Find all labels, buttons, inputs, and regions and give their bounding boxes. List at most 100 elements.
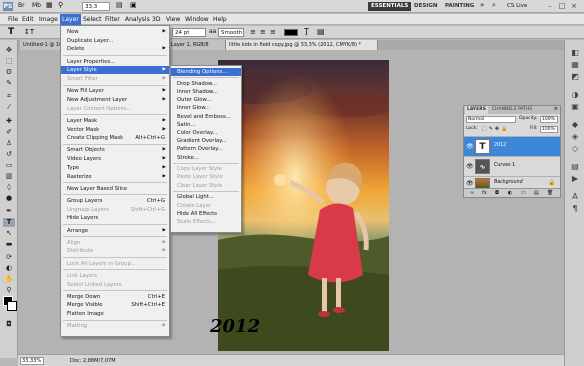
dock-paragraph-icon[interactable]: ¶ [569, 204, 581, 214]
character-panel-icon[interactable]: ▤ [317, 27, 325, 36]
antialias-select[interactable]: Smooth [218, 28, 244, 37]
blur-tool-icon[interactable]: ◊ [3, 183, 15, 192]
visibility-eye-icon[interactable]: 👁 [466, 143, 474, 150]
visibility-eye-icon[interactable]: 👁 [466, 180, 474, 187]
opacity-field[interactable]: 100% [540, 116, 558, 123]
layer-menu-item-type[interactable]: Type ▶ [61, 164, 169, 172]
workspace-painting[interactable]: PAINTING [442, 2, 477, 11]
dock-styles-icon[interactable]: ◩ [569, 72, 581, 82]
dock-character-icon[interactable]: A [569, 192, 581, 202]
layer-menu-item-rasterize[interactable]: Rasterize ▶ [61, 173, 169, 181]
menu-edit[interactable]: Edit [20, 14, 36, 25]
layer-menu-item-new[interactable]: New ▶ [61, 28, 169, 36]
dock-color-icon[interactable]: ◧ [569, 48, 581, 58]
menu-analysis[interactable]: Analysis [123, 14, 152, 25]
dock-actions-icon[interactable]: ▶ [569, 174, 581, 184]
add-style-icon[interactable]: fx [482, 190, 487, 196]
cs-live-button[interactable]: CS Live [507, 2, 527, 11]
layer-menu-item-merge-down[interactable]: Merge Down Ctrl+E [61, 293, 169, 301]
gradient-tool-icon[interactable]: ▥ [3, 172, 15, 181]
layer-style-item-drop-shadow[interactable]: Drop Shadow... [171, 80, 241, 88]
close-icon[interactable]: × [569, 1, 579, 11]
layer-menu-item-new-adjustment-layer[interactable]: New Adjustment Layer ▶ [61, 96, 169, 104]
menu-select[interactable]: Select [81, 14, 104, 25]
layer-menu-item-layer-mask[interactable]: Layer Mask ▶ [61, 117, 169, 125]
orientation-toggle-icon[interactable]: ↕T [24, 28, 34, 36]
trash-icon[interactable]: 🗑 [547, 190, 553, 196]
layer-style-item-bevel-and-emboss[interactable]: Bevel and Emboss... [171, 113, 241, 121]
pen-tool-icon[interactable]: ✒ [3, 207, 15, 216]
history-brush-tool-icon[interactable]: ↺ [3, 150, 15, 159]
new-layer-icon[interactable]: ▤ [534, 190, 539, 196]
blend-mode-select[interactable]: Normal [466, 116, 516, 123]
layer-menu-item-new-fill-layer[interactable]: New Fill Layer ▶ [61, 87, 169, 95]
menu-image[interactable]: Image [37, 14, 60, 25]
menu-3d[interactable]: 3D [150, 14, 162, 25]
add-mask-icon[interactable]: ◘ [495, 190, 499, 196]
clone-stamp-tool-icon[interactable]: ♙ [3, 139, 15, 148]
warp-text-icon[interactable]: Ṯ [304, 27, 309, 36]
layer-menu-item-layer-properties[interactable]: Layer Properties... [61, 58, 169, 66]
hand-tool-icon[interactable]: ✋ [3, 275, 15, 284]
more-workspaces-icon[interactable]: » [480, 1, 484, 9]
layer-style-item-satin[interactable]: Satin... [171, 121, 241, 129]
layer-style-item-gradient-overlay[interactable]: Gradient Overlay... [171, 137, 241, 145]
tab-channels[interactable]: CHANNELS [490, 106, 519, 114]
layer-style-item-stroke[interactable]: Stroke... [171, 154, 241, 162]
shape-tool-icon[interactable]: ▬ [3, 240, 15, 249]
layer-style-item-pattern-overlay[interactable]: Pattern Overlay... [171, 145, 241, 153]
visibility-eye-icon[interactable]: 👁 [466, 163, 474, 170]
bridge-icon[interactable]: Br [18, 2, 25, 9]
tab-layer-1[interactable]: Layer 1, RGB/8 [168, 40, 226, 50]
tab-paths[interactable]: PATHS [516, 106, 534, 114]
zoom-tool-icon[interactable]: ⚲ [3, 286, 15, 295]
align-right-icon[interactable]: ≡ [270, 28, 276, 36]
fill-field[interactable]: 100% [540, 126, 558, 133]
tab-layers[interactable]: LAYERS [465, 106, 488, 114]
document-image[interactable] [218, 60, 389, 351]
menu-help[interactable]: Help [211, 14, 229, 25]
lasso-tool-icon[interactable]: ʘ [3, 68, 15, 77]
eraser-tool-icon[interactable]: ▭ [3, 161, 15, 170]
panel-menu-icon[interactable]: ≡ [554, 106, 558, 112]
layer-style-item-global-light[interactable]: Global Light... [171, 193, 241, 201]
crop-tool-icon[interactable]: ⌗ [3, 92, 15, 101]
menu-view[interactable]: View [164, 14, 182, 25]
dock-layers-icon[interactable]: ◆ [569, 120, 581, 130]
dodge-tool-icon[interactable]: ● [3, 194, 15, 203]
layer-menu-item-video-layers[interactable]: Video Layers ▶ [61, 155, 169, 163]
layer-menu-item-group-layers[interactable]: Group Layers Ctrl+G [61, 197, 169, 205]
screen-mode-icon[interactable]: ▣ [130, 1, 137, 9]
layer-menu-item-layer-style[interactable]: Layer Style ▶ [61, 66, 169, 75]
brush-tool-icon[interactable]: ✐ [3, 128, 15, 137]
text-color-swatch[interactable] [284, 29, 298, 36]
workspace-design[interactable]: DESIGN [411, 2, 440, 11]
status-zoom-field[interactable]: 33,33% [20, 357, 44, 365]
tab-little-kids-in-field[interactable]: little kids in field copy.jpg @ 33,3% (2… [226, 40, 378, 50]
workspace-essentials[interactable]: ESSENTIALS [368, 2, 412, 11]
menu-layer[interactable]: Layer [60, 14, 81, 25]
dock-paths-icon[interactable]: ◇ [569, 144, 581, 154]
quick-select-tool-icon[interactable]: ✎ [3, 79, 15, 88]
layer-style-item-outer-glow[interactable]: Outer Glow... [171, 96, 241, 104]
move-tool-icon[interactable]: ✥ [3, 46, 15, 55]
menu-window[interactable]: Window [183, 14, 211, 25]
dock-channels-icon[interactable]: ◈ [569, 132, 581, 142]
3d-rotate-tool-icon[interactable]: ⟳ [3, 253, 15, 262]
dock-masks-icon[interactable]: ▣ [569, 102, 581, 112]
layer-style-item-inner-shadow[interactable]: Inner Shadow... [171, 88, 241, 96]
search-icon[interactable]: ⌕ [492, 1, 496, 10]
layer-menu-item-vector-mask[interactable]: Vector Mask ▶ [61, 126, 169, 134]
font-size-field[interactable]: 24 pt [172, 28, 206, 37]
layer-menu-item-merge-visible[interactable]: Merge Visible Shift+Ctrl+E [61, 301, 169, 309]
arrange-documents-icon[interactable]: ▤ [116, 1, 123, 9]
menu-file[interactable]: File [6, 14, 20, 25]
dock-history-icon[interactable]: ▤ [569, 162, 581, 172]
minibridge-icon[interactable]: Mb [32, 2, 41, 9]
view-extras-icon[interactable]: ▦ [46, 1, 53, 9]
zoom-level-field[interactable]: 33,3 [82, 2, 110, 11]
type-tool-icon[interactable]: T [3, 218, 15, 227]
marquee-tool-icon[interactable]: ⬚ [3, 57, 15, 66]
layer-style-item-color-overlay[interactable]: Color Overlay... [171, 129, 241, 137]
background-color-swatch[interactable] [7, 301, 17, 311]
